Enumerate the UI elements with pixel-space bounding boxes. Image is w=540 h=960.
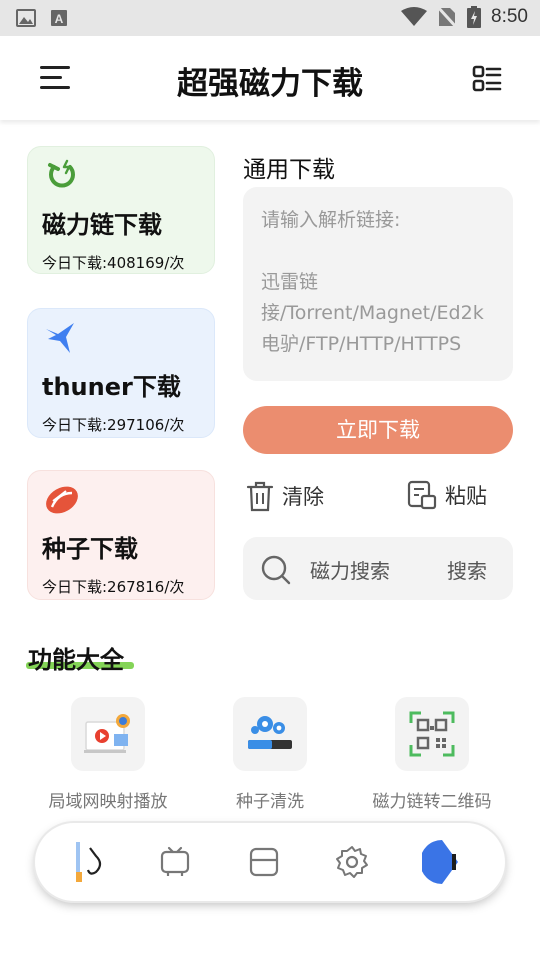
feature-label: 磁力链转二维码: [372, 792, 492, 812]
hook-icon: [76, 842, 102, 882]
battery-icon: [467, 6, 482, 28]
clear-label: 清除: [282, 485, 324, 509]
list-view-icon[interactable]: [472, 64, 502, 94]
search-input-placeholder: 磁力搜索: [310, 559, 390, 583]
feature-magnet-to-qr[interactable]: 磁力链转二维码: [357, 697, 507, 812]
card-title: thuner下载: [42, 373, 181, 401]
card-title: 磁力链下载: [42, 211, 162, 239]
thuner-download-card[interactable]: thuner下载 今日下载:297106/次: [27, 308, 215, 438]
card-count: 今日下载:297106/次: [42, 416, 185, 434]
url-input-placeholder-formats: 迅雷链接/Torrent/Magnet/Ed2k电驴/FTP/HTTP/HTTP…: [261, 271, 484, 355]
gears-icon: [248, 716, 292, 749]
feature-lan-cast[interactable]: 局域网映射播放: [33, 697, 183, 812]
screen-cast-icon: [84, 714, 130, 753]
card-count: 今日下载:408169/次: [42, 254, 185, 272]
app-bar: 超强磁力下载: [0, 36, 540, 120]
trash-icon: [246, 481, 274, 512]
paste-button[interactable]: 粘贴: [407, 480, 487, 510]
feature-seed-clean[interactable]: 种子清洗: [195, 697, 345, 812]
url-input-placeholder: 请输入解析链接:: [261, 209, 401, 231]
wifi-icon: [401, 7, 428, 26]
bird-icon: [46, 323, 74, 353]
floating-dock: [35, 823, 505, 901]
magnet-search-bar[interactable]: 磁力搜索 搜索: [243, 537, 513, 600]
dock-item-window[interactable]: [244, 842, 284, 882]
paste-icon: [407, 480, 437, 510]
features-title: 功能大全: [28, 646, 124, 674]
dock-item-tv[interactable]: [155, 842, 195, 882]
clear-button[interactable]: 清除: [246, 480, 324, 512]
dock-item-pacman[interactable]: [420, 840, 464, 884]
search-button[interactable]: 搜索: [447, 555, 487, 584]
magnet-icon: [48, 159, 75, 188]
qr-code-icon: [409, 711, 455, 757]
pacman-icon: [422, 840, 458, 884]
clock: 8:50: [491, 6, 528, 27]
no-sim-icon: [437, 6, 458, 28]
image-notification-icon: [16, 9, 36, 27]
feature-icon-tile: [395, 697, 469, 771]
card-count: 今日下载:267816/次: [42, 578, 185, 596]
download-now-button[interactable]: 立即下载: [243, 406, 513, 454]
paste-label: 粘贴: [445, 484, 487, 508]
feature-icon-tile: [233, 697, 307, 771]
font-notification-icon: A: [51, 10, 67, 26]
gear-icon: [336, 846, 368, 878]
dock-item-settings[interactable]: [332, 842, 372, 882]
tv-icon: [160, 846, 190, 876]
seed-icon: [46, 486, 78, 514]
url-input[interactable]: 请输入解析链接: 迅雷链接/Torrent/Magnet/Ed2k电驴/FTP/…: [243, 187, 513, 381]
card-title: 种子下载: [42, 535, 138, 563]
page-title: 超强磁力下载: [177, 66, 363, 102]
search-icon: [261, 555, 291, 585]
window-icon: [249, 847, 279, 877]
magnet-download-card[interactable]: 磁力链下载 今日下载:408169/次: [27, 146, 215, 274]
dock-item-cast[interactable]: [73, 842, 113, 882]
feature-label: 种子清洗: [236, 792, 304, 812]
general-download-title: 通用下载: [243, 157, 335, 183]
feature-icon-tile: [71, 697, 145, 771]
seed-download-card[interactable]: 种子下载 今日下载:267816/次: [27, 470, 215, 600]
status-bar: A 8:50: [0, 0, 540, 36]
feature-label: 局域网映射播放: [48, 792, 168, 812]
svg-text:A: A: [55, 12, 64, 26]
